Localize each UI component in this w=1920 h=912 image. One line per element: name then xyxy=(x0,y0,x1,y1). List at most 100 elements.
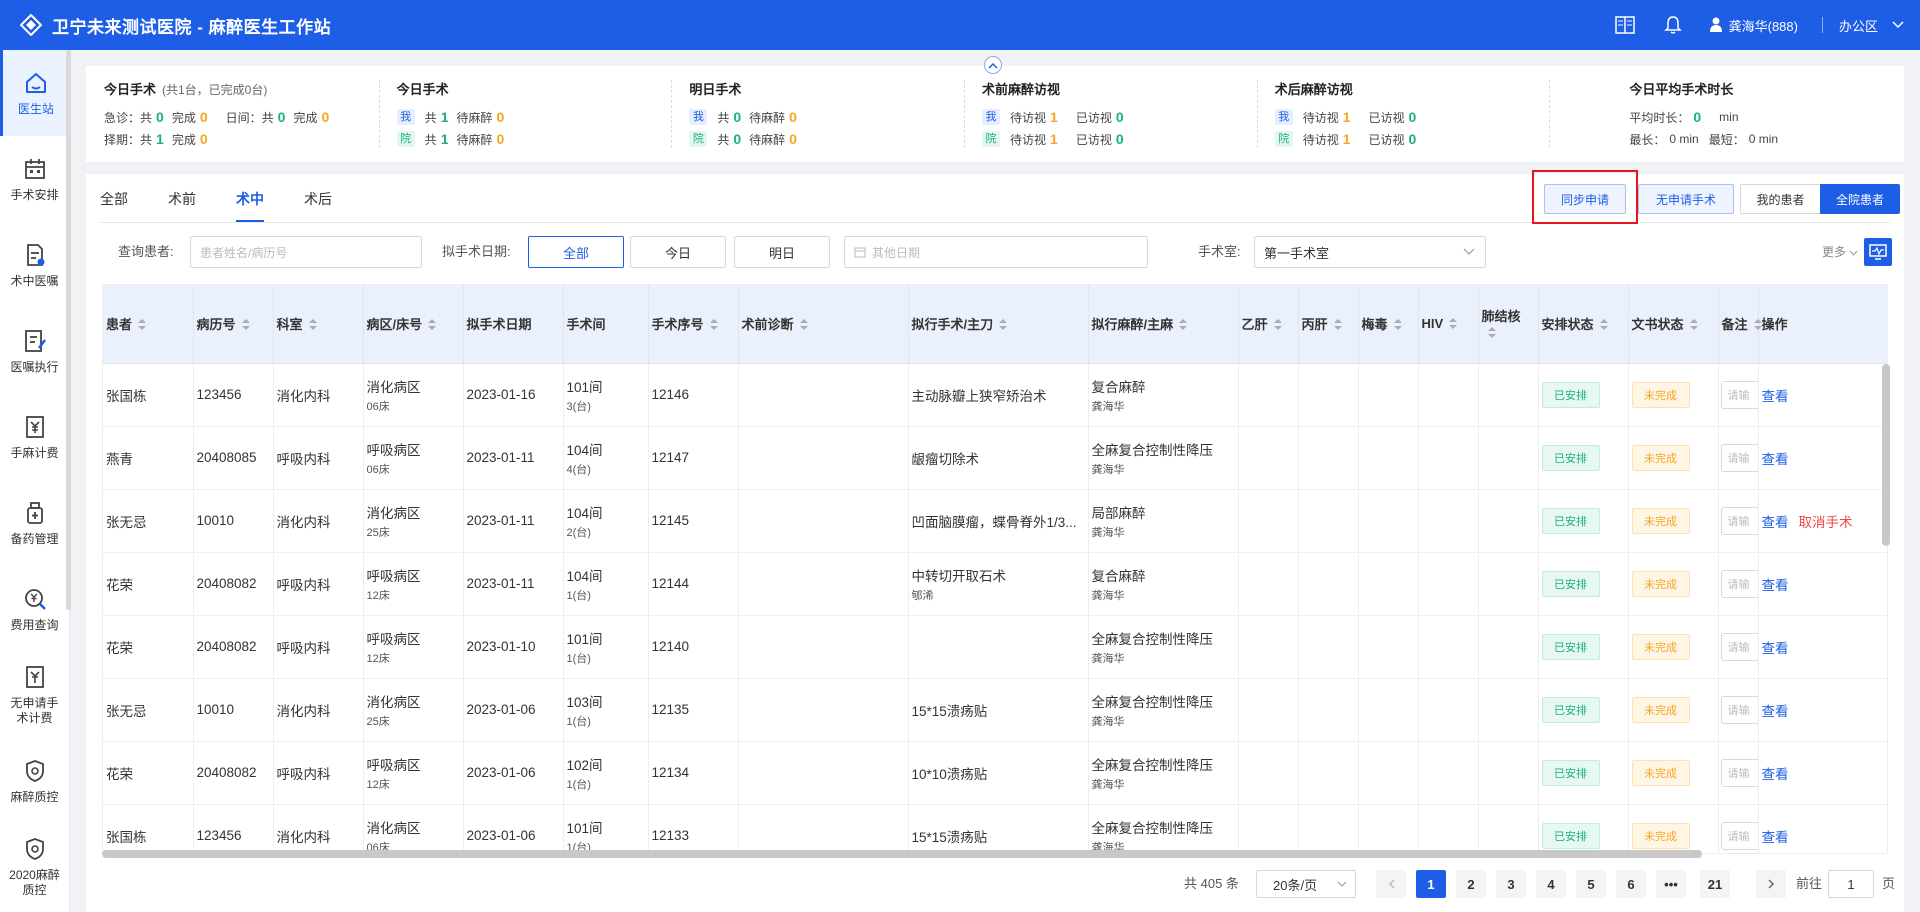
column-header[interactable]: 拟行麻醉/主麻 xyxy=(1088,285,1239,364)
view-link[interactable]: 查看 xyxy=(1762,767,1789,782)
sort-icon[interactable] xyxy=(1753,318,1762,333)
table-horizontal-scrollbar[interactable] xyxy=(102,850,1702,858)
column-header[interactable]: 乙肝 xyxy=(1238,285,1299,364)
chevron-down-icon[interactable] xyxy=(1892,21,1904,29)
note-input[interactable]: 请输 xyxy=(1720,758,1757,787)
sort-icon[interactable] xyxy=(1599,318,1608,333)
column-header[interactable]: 术前诊断 xyxy=(738,285,909,364)
sort-icon[interactable] xyxy=(999,318,1008,333)
table-row[interactable]: 张无忌 10010 消化内科 消化病区 25床 2023-01-06 103间 1(台) 121… xyxy=(103,678,1887,742)
monitor-button[interactable] xyxy=(1864,238,1892,266)
sort-icon[interactable] xyxy=(241,318,250,333)
sidebar-item-doctor-station[interactable]: 医生站 xyxy=(0,50,69,136)
sort-icon[interactable] xyxy=(1333,318,1342,333)
sort-icon[interactable] xyxy=(138,318,147,333)
page-size-select[interactable]: 20条/页 xyxy=(1256,870,1356,898)
all-patients-button[interactable]: 全院患者 xyxy=(1820,184,1900,214)
page-button[interactable]: 2 xyxy=(1456,870,1486,898)
table-row[interactable]: 张无忌 10010 消化内科 消化病区 25床 2023-01-11 104间 2(台) 121… xyxy=(103,489,1887,553)
other-date-picker[interactable]: 其他日期 xyxy=(844,236,1148,268)
table-vertical-scrollbar[interactable] xyxy=(1882,364,1890,546)
page-button[interactable]: 21 xyxy=(1700,870,1730,898)
sort-icon[interactable] xyxy=(1689,318,1698,333)
column-header[interactable]: 拟行手术/主刀 xyxy=(908,285,1089,364)
page-button[interactable]: 5 xyxy=(1576,870,1606,898)
sort-icon[interactable] xyxy=(1393,318,1402,333)
operating-room-select[interactable]: 第一手术室 xyxy=(1254,236,1486,268)
note-input[interactable]: 请输 xyxy=(1720,443,1757,472)
view-link[interactable]: 查看 xyxy=(1762,389,1789,404)
table-row[interactable]: 花荣 20408082 呼吸内科 呼吸病区 12床 2023-01-10 101间 1(台) 1… xyxy=(103,615,1887,679)
tab-all[interactable]: 全部 xyxy=(100,174,128,222)
sidebar-item-order-execution[interactable]: 医嘱执行 xyxy=(0,308,69,394)
sidebar-item-medicine-management[interactable]: 备药管理 xyxy=(0,480,69,566)
patient-search-input[interactable]: 患者姓名/病历号 xyxy=(190,236,422,268)
sidebar-item-anesthesia-qc[interactable]: 麻醉质控 xyxy=(0,738,69,824)
sort-icon[interactable] xyxy=(1179,318,1188,333)
user-menu[interactable]: 龚海华(888) xyxy=(1709,16,1798,35)
page-button[interactable]: 6 xyxy=(1616,870,1646,898)
sort-icon[interactable] xyxy=(1273,318,1282,333)
no-application-surgery-button[interactable]: 无申请手术 xyxy=(1638,184,1734,214)
sort-icon[interactable] xyxy=(308,318,317,333)
sidebar-item-no-application-billing[interactable]: 无申请手术计费 xyxy=(0,652,69,738)
my-patients-button[interactable]: 我的患者 xyxy=(1740,184,1820,214)
page-button[interactable]: 1 xyxy=(1416,870,1446,898)
sidebar-scrollbar[interactable] xyxy=(66,50,71,610)
date-tomorrow-button[interactable]: 明日 xyxy=(734,236,830,268)
tab-intraop[interactable]: 术中 xyxy=(236,174,264,222)
office-selector[interactable]: 办公区 xyxy=(1839,16,1878,35)
view-link[interactable]: 查看 xyxy=(1762,830,1789,845)
book-icon[interactable] xyxy=(1613,13,1637,37)
cancel-surgery-link[interactable]: 取消手术 xyxy=(1799,515,1853,530)
sort-icon[interactable] xyxy=(428,318,437,333)
column-header[interactable]: 患者 xyxy=(103,285,194,364)
note-input[interactable]: 请输 xyxy=(1720,821,1757,850)
sidebar-item-intraop-orders[interactable]: 术中医嘱 xyxy=(0,222,69,308)
next-page-button[interactable] xyxy=(1756,870,1786,898)
column-header[interactable]: HIV xyxy=(1418,285,1479,364)
note-input[interactable]: 请输 xyxy=(1720,632,1757,661)
prev-page-button[interactable] xyxy=(1376,870,1406,898)
table-row[interactable]: 花荣 20408082 呼吸内科 呼吸病区 12床 2023-01-11 104间 1(台) 1… xyxy=(103,552,1887,616)
column-header[interactable]: 病区/床号 xyxy=(363,285,464,364)
column-header[interactable]: 拟手术日期 xyxy=(463,285,564,364)
sort-icon[interactable] xyxy=(799,318,808,333)
note-input[interactable]: 请输 xyxy=(1720,569,1757,598)
column-header[interactable]: 丙肝 xyxy=(1298,285,1359,364)
collapse-summary-button[interactable] xyxy=(984,56,1002,74)
column-header[interactable]: 操作 xyxy=(1758,285,1887,364)
column-header[interactable]: 备注 xyxy=(1718,285,1762,364)
tab-preop[interactable]: 术前 xyxy=(168,174,196,222)
column-header[interactable]: 病历号 xyxy=(193,285,274,364)
page-button[interactable]: 3 xyxy=(1496,870,1526,898)
table-row[interactable]: 燕青 20408085 呼吸内科 呼吸病区 06床 2023-01-11 104间 4(台) 1… xyxy=(103,426,1887,490)
sidebar-item-anesthesia-billing[interactable]: 手麻计费 xyxy=(0,394,69,480)
table-row[interactable]: 张国栋 123456 消化内科 消化病区 06床 2023-01-16 101间 3(台) 12… xyxy=(103,363,1887,427)
table-row[interactable]: 张国栋 123456 消化内科 消化病区 06床 2023-01-06 101间 1(台) 12… xyxy=(103,804,1887,853)
goto-page-input[interactable]: 1 xyxy=(1828,870,1874,898)
view-link[interactable]: 查看 xyxy=(1762,515,1789,530)
bell-icon[interactable] xyxy=(1661,13,1685,37)
note-input[interactable]: 请输 xyxy=(1720,380,1757,409)
date-today-button[interactable]: 今日 xyxy=(630,236,726,268)
page-button[interactable]: 4 xyxy=(1536,870,1566,898)
sort-icon[interactable] xyxy=(1449,317,1458,332)
sidebar-item-cost-query[interactable]: 费用查询 xyxy=(0,566,69,652)
view-link[interactable]: 查看 xyxy=(1762,641,1789,656)
column-header[interactable]: 肺结核 xyxy=(1478,285,1539,364)
view-link[interactable]: 查看 xyxy=(1762,578,1789,593)
note-input[interactable]: 请输 xyxy=(1720,506,1757,535)
date-all-button[interactable]: 全部 xyxy=(528,236,624,268)
tab-postop[interactable]: 术后 xyxy=(304,174,332,222)
column-header[interactable]: 手术间 xyxy=(563,285,649,364)
view-link[interactable]: 查看 xyxy=(1762,452,1789,467)
column-header[interactable]: 手术序号 xyxy=(648,285,739,364)
sidebar-item-surgery-schedule[interactable]: 手术安排 xyxy=(0,136,69,222)
column-header[interactable]: 科室 xyxy=(273,285,364,364)
table-row[interactable]: 花荣 20408082 呼吸内科 呼吸病区 12床 2023-01-06 102间 1(台) 1… xyxy=(103,741,1887,805)
column-header[interactable]: 梅毒 xyxy=(1358,285,1419,364)
column-header[interactable]: 文书状态 xyxy=(1628,285,1719,364)
more-filters-toggle[interactable]: 更多 xyxy=(1822,236,1858,268)
sidebar-item-anesthesia-qc-2020[interactable]: 2020麻醉质控 xyxy=(0,824,69,910)
